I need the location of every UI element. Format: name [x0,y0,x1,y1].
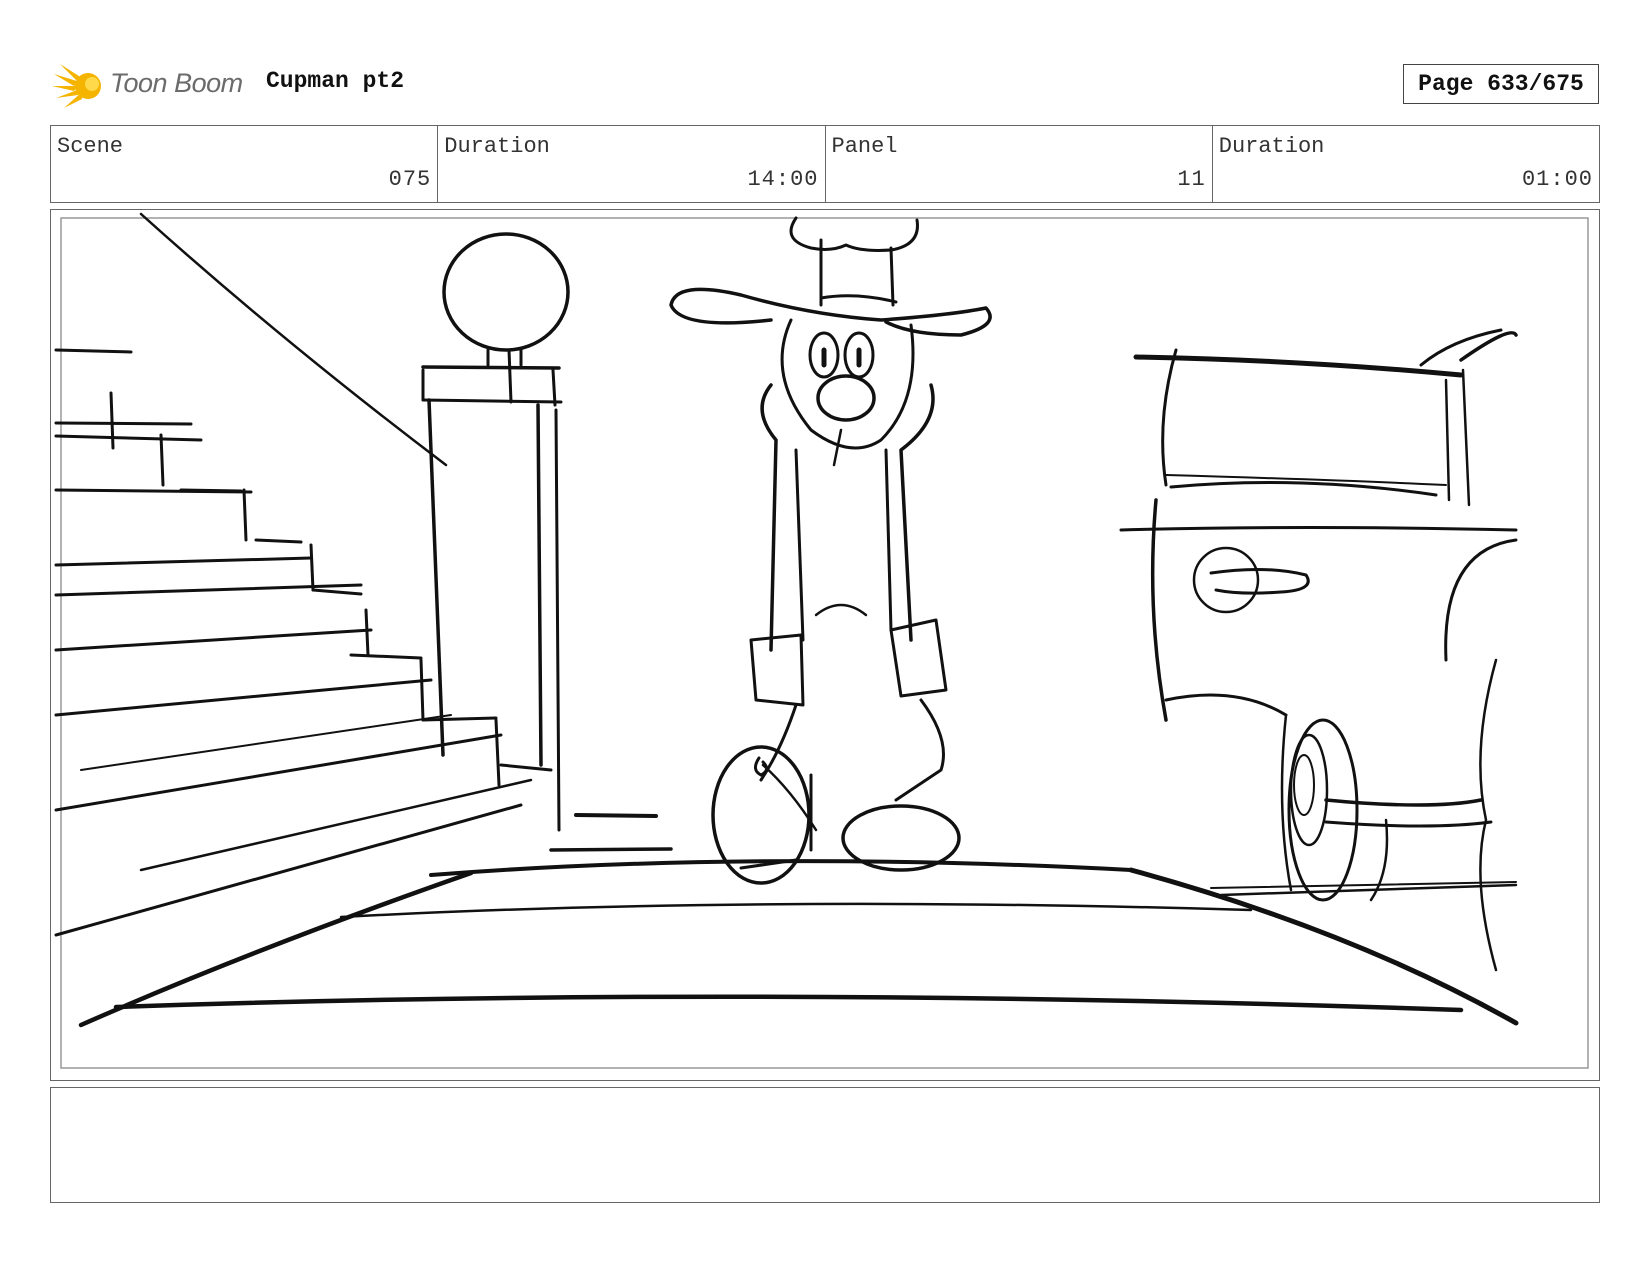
staircase-sketch [54,212,533,937]
panel-duration-value: 01:00 [1521,167,1593,192]
scene-duration-cell: Duration 14:00 [438,126,826,202]
character-sketch [669,216,992,885]
panel-notes-box [50,1087,1600,1203]
panel-value: 11 [1177,167,1206,192]
panel-sketch [54,212,1589,1069]
project-title: Cupman pt2 [266,68,405,94]
scene-cell: Scene 075 [51,126,439,202]
scene-value: 075 [388,167,432,192]
scene-info-table: Scene 075 Duration 14:00 Panel 11 Durati… [50,125,1600,203]
panel-label: Panel [831,134,898,159]
page-indicator: Page 633/675 [1403,64,1599,104]
toon-boom-logo: Toon Boom [52,58,252,112]
car-sketch [1119,328,1518,972]
panel-duration-label: Duration [1218,134,1325,159]
logo-text: Toon Boom [110,68,243,98]
newel-post-sketch [421,232,673,852]
storyboard-panel [50,209,1600,1081]
scene-duration-label: Duration [444,134,550,159]
starburst-icon [52,64,101,108]
scene-duration-value: 14:00 [747,167,819,192]
panel-duration-cell: Duration 01:00 [1213,126,1599,202]
panel-cell: Panel 11 [826,126,1213,202]
scene-label: Scene [57,134,124,159]
